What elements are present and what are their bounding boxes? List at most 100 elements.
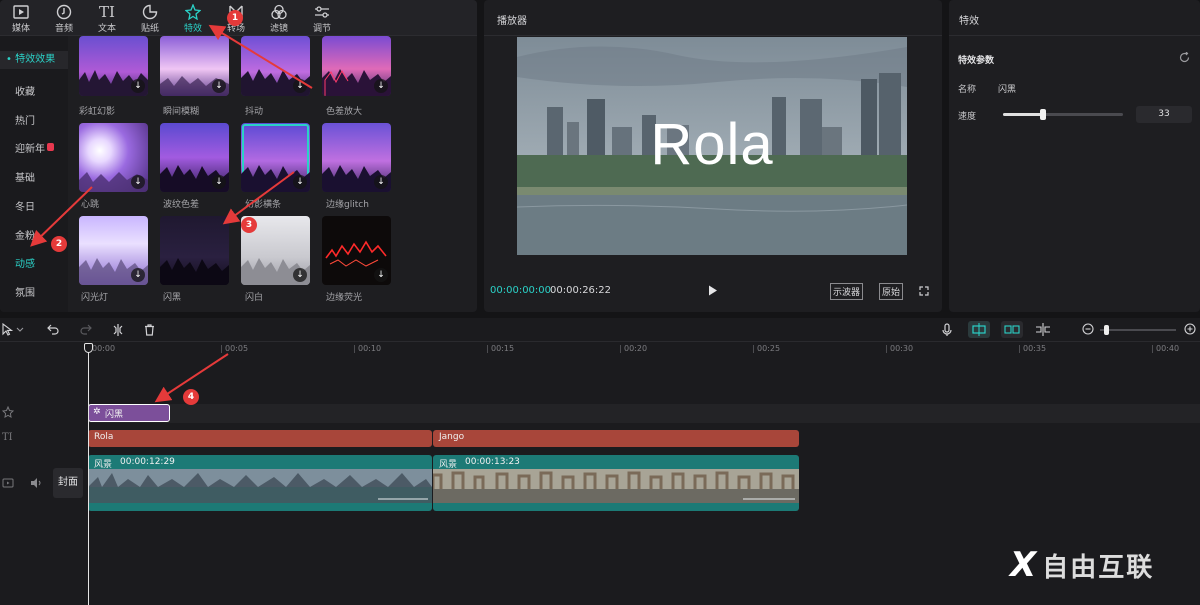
- effect-track-icon: [1, 405, 15, 421]
- download-icon[interactable]: ↓: [293, 79, 307, 93]
- speed-slider[interactable]: [1003, 109, 1123, 120]
- original-ratio-button[interactable]: 原始: [879, 283, 904, 300]
- speed-slider-fill: [1003, 113, 1043, 116]
- text-clip-rola[interactable]: Rola: [88, 430, 432, 447]
- cover-button[interactable]: 封面: [53, 468, 83, 498]
- video-clip-duration: 00:00:13:23: [465, 457, 520, 467]
- download-icon[interactable]: ↓: [212, 79, 226, 93]
- download-icon[interactable]: ↓: [131, 268, 145, 282]
- download-icon[interactable]: ↓: [212, 175, 226, 189]
- adjust-icon: [302, 3, 342, 21]
- effect-thumb-rainbow-ghost[interactable]: ↓: [79, 36, 148, 96]
- effect-clip-icon: ✲: [93, 407, 101, 417]
- video-clip-duration: 00:00:12:29: [120, 457, 175, 467]
- watermark: X 自由互联: [1010, 545, 1155, 585]
- video-clip-2[interactable]: 风景 00:00:13:23: [433, 455, 799, 511]
- category-hot[interactable]: 热门: [0, 112, 68, 127]
- download-icon[interactable]: ↓: [131, 175, 145, 189]
- fullscreen-icon[interactable]: [919, 286, 929, 299]
- annotation-badge-4: 4: [183, 389, 199, 405]
- auto-snap-icon[interactable]: [1001, 321, 1023, 338]
- effect-params-heading: 特效参数: [958, 56, 995, 66]
- zoom-slider-handle[interactable]: [1104, 325, 1109, 335]
- filter-icon: [259, 3, 299, 21]
- effect-thumb-instant-blur[interactable]: ↓: [160, 36, 229, 96]
- effect-thumb-strobe[interactable]: ↓: [79, 216, 148, 285]
- annotation-badge-2: 2: [51, 236, 67, 252]
- media-panel: 媒体 音频 TI 文本 贴纸 特效 转场 滤镜 调节 • 特效效果 收藏 热门 …: [0, 0, 477, 312]
- reset-icon[interactable]: [1179, 51, 1190, 66]
- player-panel: 播放器 Rola 00:00:00:00 00:00:26:22 示波器 原始: [484, 0, 942, 312]
- category-header[interactable]: • 特效效果: [0, 51, 68, 69]
- effect-thumb-edge-glitch[interactable]: ↓: [322, 123, 391, 192]
- inspector-title: 特效: [949, 0, 1200, 36]
- microphone-icon[interactable]: [942, 323, 952, 340]
- audio-icon: [44, 3, 84, 21]
- tab-audio[interactable]: 音频: [44, 3, 84, 34]
- mute-icon[interactable]: [30, 477, 44, 492]
- tab-text[interactable]: TI 文本: [87, 3, 127, 34]
- effects-icon: [173, 3, 213, 21]
- category-new-year[interactable]: 迎新年: [0, 140, 68, 155]
- category-favorites[interactable]: 收藏: [0, 83, 68, 98]
- playhead[interactable]: [88, 345, 89, 605]
- select-tool-icon[interactable]: [2, 322, 24, 339]
- speed-input[interactable]: 33: [1136, 106, 1192, 123]
- effect-thumb-shake[interactable]: ↓: [241, 36, 310, 96]
- effect-thumb-ghost-stripes[interactable]: ↓: [241, 123, 310, 192]
- name-value: 闪黑: [998, 85, 1017, 95]
- oscilloscope-button[interactable]: 示波器: [830, 283, 864, 300]
- tab-sticker[interactable]: 贴纸: [130, 3, 170, 34]
- category-ambience[interactable]: 氛围: [0, 284, 68, 299]
- effect-thumb-chromatic-zoom[interactable]: ↓: [322, 36, 391, 96]
- effect-track: [88, 404, 1200, 423]
- download-icon[interactable]: ↓: [374, 79, 388, 93]
- new-badge: [47, 143, 54, 151]
- video-preview[interactable]: Rola: [517, 37, 907, 255]
- undo-icon[interactable]: [47, 324, 59, 338]
- download-icon[interactable]: ↓: [374, 268, 388, 282]
- tab-filter[interactable]: 滤镜: [259, 3, 299, 34]
- effect-clip-flash-black[interactable]: ✲ 闪黑: [88, 404, 170, 422]
- zoom-in-icon[interactable]: [1184, 323, 1196, 338]
- current-timecode: 00:00:00:00: [490, 285, 552, 296]
- tab-media[interactable]: 媒体: [1, 3, 41, 34]
- play-icon[interactable]: [708, 285, 718, 299]
- split-icon[interactable]: [112, 324, 124, 339]
- tab-effects[interactable]: 特效: [173, 3, 213, 34]
- effect-thumb-heartbeat[interactable]: ↓: [79, 123, 148, 192]
- annotation-badge-1: 1: [227, 10, 243, 26]
- speed-label: 速度: [958, 112, 977, 122]
- main-track-magnet-icon[interactable]: [968, 321, 990, 338]
- video-clip-1[interactable]: 风景 00:00:12:29: [88, 455, 432, 511]
- delete-icon[interactable]: [144, 324, 155, 339]
- linkage-icon[interactable]: [1035, 323, 1051, 339]
- zoom-slider[interactable]: [1100, 325, 1176, 335]
- download-icon[interactable]: ↓: [131, 79, 145, 93]
- download-icon[interactable]: ↓: [293, 268, 307, 282]
- download-icon[interactable]: ↓: [293, 175, 307, 189]
- speed-slider-handle[interactable]: [1039, 109, 1046, 120]
- effect-thumb-flash-black[interactable]: [160, 216, 229, 285]
- media-icon: [1, 3, 41, 21]
- category-list: • 特效效果 收藏 热门 迎新年 基础 冬日 金粉 动感 氛围: [0, 36, 68, 312]
- zoom-out-icon[interactable]: [1082, 323, 1094, 338]
- duration-timecode: 00:00:26:22: [550, 285, 612, 296]
- text-clip-jango[interactable]: Jango: [433, 430, 799, 447]
- text-track-icon: TI: [2, 432, 13, 443]
- playhead-handle[interactable]: [84, 343, 93, 353]
- download-icon[interactable]: ↓: [374, 175, 388, 189]
- redo-icon[interactable]: [80, 324, 92, 338]
- player-title: 播放器: [484, 0, 942, 36]
- video-overlay-text: Rola: [650, 112, 774, 177]
- category-winter[interactable]: 冬日: [0, 198, 68, 213]
- video-clip-filmstrip: [433, 469, 799, 503]
- effect-thumb-edge-neon[interactable]: ↓: [322, 216, 391, 285]
- category-basic[interactable]: 基础: [0, 169, 68, 184]
- tab-adjust[interactable]: 调节: [302, 3, 342, 34]
- category-dynamic[interactable]: 动感: [0, 255, 68, 270]
- watermark-logo-icon: X: [1010, 545, 1039, 585]
- text-icon: TI: [99, 3, 115, 21]
- effect-thumb-ripple-chroma[interactable]: ↓: [160, 123, 229, 192]
- time-ruler[interactable]: 00:00 00:05 00:10 00:15 00:20 00:25 00:3…: [88, 342, 1200, 356]
